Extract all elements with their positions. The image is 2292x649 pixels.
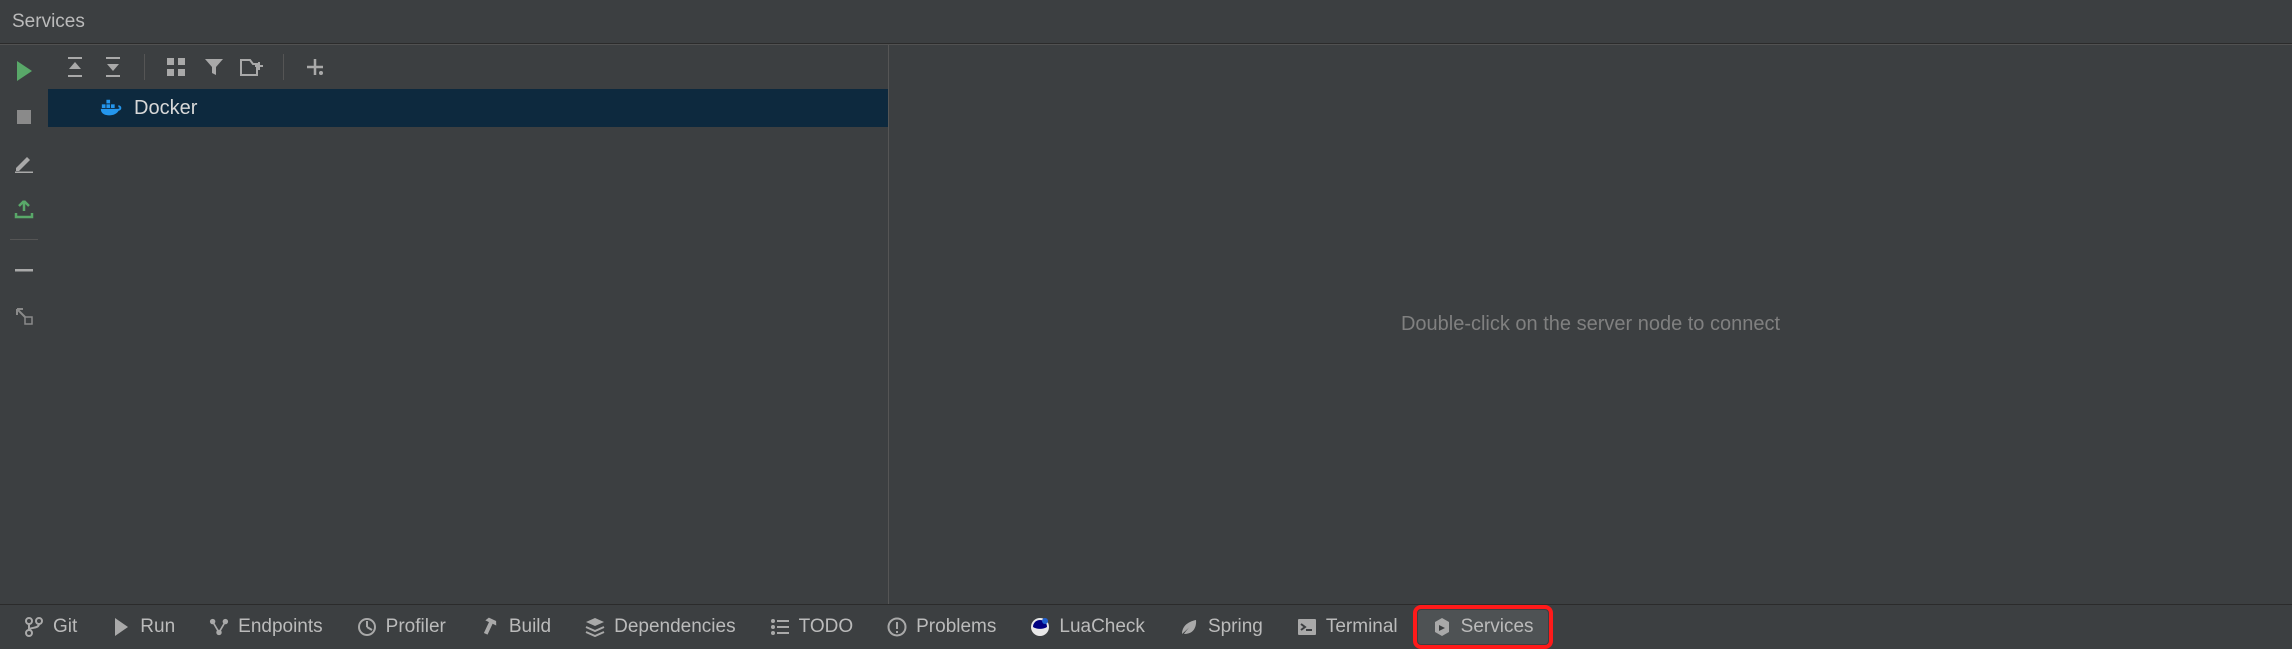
leaf-icon xyxy=(1179,617,1199,637)
restore-button[interactable] xyxy=(6,298,42,334)
deploy-icon xyxy=(13,198,35,220)
expand-all-icon xyxy=(65,56,85,78)
toolwindow-label: LuaCheck xyxy=(1059,616,1145,638)
play-icon xyxy=(111,617,131,637)
toolwindow-bar: Git Run Endpoints Profiler Build Depende… xyxy=(0,604,2292,649)
terminal-icon xyxy=(1297,617,1317,637)
stop-icon xyxy=(16,109,32,125)
warning-icon xyxy=(887,617,907,637)
edit-button[interactable] xyxy=(6,145,42,181)
deploy-button[interactable] xyxy=(6,191,42,227)
collapse-all-button[interactable] xyxy=(96,50,130,84)
panel-header: Services xyxy=(0,0,2292,44)
restore-down-icon xyxy=(15,307,33,325)
pencil-icon xyxy=(14,153,34,173)
minimize-icon xyxy=(15,268,33,272)
toolwindow-todo[interactable]: TODO xyxy=(756,610,868,644)
filter-icon xyxy=(204,57,224,77)
toolwindow-label: Spring xyxy=(1208,616,1263,638)
toolwindow-luacheck[interactable]: LuaCheck xyxy=(1016,610,1159,644)
services-tree[interactable]: Docker xyxy=(48,89,888,604)
toolwindow-endpoints[interactable]: Endpoints xyxy=(195,610,337,644)
plus-icon xyxy=(305,57,325,77)
luacheck-icon xyxy=(1030,617,1050,637)
toolwindow-build[interactable]: Build xyxy=(466,610,565,644)
group-by-button[interactable] xyxy=(159,50,193,84)
toolwindow-label: Endpoints xyxy=(238,616,323,638)
branch-icon xyxy=(24,617,44,637)
services-icon xyxy=(1432,617,1452,637)
toolbar-separator xyxy=(10,239,38,240)
group-by-icon xyxy=(166,57,186,77)
hammer-icon xyxy=(480,617,500,637)
toolwindow-dependencies[interactable]: Dependencies xyxy=(571,610,749,644)
side-toolbar xyxy=(0,45,48,604)
profiler-icon xyxy=(357,617,377,637)
panel-title: Services xyxy=(12,11,85,33)
tree-node-label: Docker xyxy=(134,97,197,120)
toolwindow-label: Profiler xyxy=(386,616,446,638)
toolwindow-git[interactable]: Git xyxy=(10,610,91,644)
toolwindow-problems[interactable]: Problems xyxy=(873,610,1010,644)
toolwindow-label: Run xyxy=(140,616,175,638)
run-button[interactable] xyxy=(6,53,42,89)
toolwindow-label: Terminal xyxy=(1326,616,1398,638)
toolwindow-label: Services xyxy=(1461,616,1534,638)
toolwindow-label: TODO xyxy=(799,616,854,638)
filter-button[interactable] xyxy=(197,50,231,84)
panel-body: Docker Double-click on the server node t… xyxy=(0,44,2292,604)
tree-node-docker[interactable]: Docker xyxy=(48,89,888,127)
toolwindow-label: Problems xyxy=(916,616,996,638)
toolwindow-terminal[interactable]: Terminal xyxy=(1283,610,1412,644)
toolbar-separator xyxy=(283,54,284,80)
list-icon xyxy=(770,617,790,637)
endpoints-icon xyxy=(209,617,229,637)
toolwindow-spring[interactable]: Spring xyxy=(1165,610,1277,644)
tree-toolbar xyxy=(48,45,888,89)
toolwindow-label: Git xyxy=(53,616,77,638)
services-tree-panel: Docker xyxy=(48,45,888,604)
toolwindow-run[interactable]: Run xyxy=(97,610,189,644)
collapse-all-icon xyxy=(103,56,123,78)
tab-plus-icon xyxy=(240,57,264,77)
toolwindow-label: Build xyxy=(509,616,551,638)
open-new-tab-button[interactable] xyxy=(235,50,269,84)
play-icon xyxy=(15,61,33,81)
toolwindow-profiler[interactable]: Profiler xyxy=(343,610,460,644)
detail-pane: Double-click on the server node to conne… xyxy=(889,45,2292,604)
layers-icon xyxy=(585,617,605,637)
detail-hint: Double-click on the server node to conne… xyxy=(1401,313,1780,336)
add-service-button[interactable] xyxy=(298,50,332,84)
stop-button[interactable] xyxy=(6,99,42,135)
toolbar-separator xyxy=(144,54,145,80)
expand-all-button[interactable] xyxy=(58,50,92,84)
toolwindow-services[interactable]: Services xyxy=(1418,610,1548,644)
docker-icon xyxy=(100,97,122,119)
minimize-button[interactable] xyxy=(6,252,42,288)
toolwindow-label: Dependencies xyxy=(614,616,735,638)
